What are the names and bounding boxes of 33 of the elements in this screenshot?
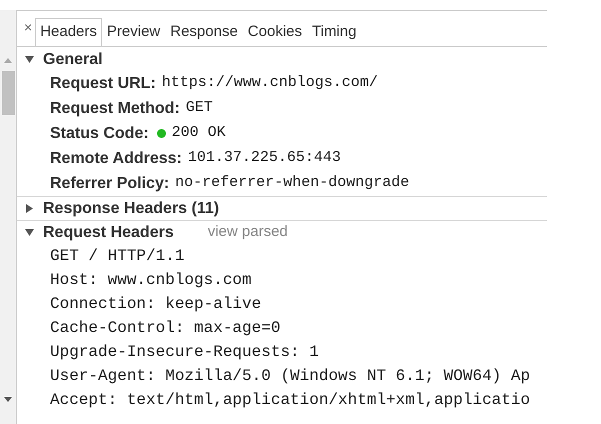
tab[interactable]: Cookies	[242, 18, 307, 46]
tab[interactable]: Headers	[35, 18, 102, 46]
caret-right-icon[interactable]	[25, 204, 34, 213]
tab[interactable]: Response	[165, 18, 243, 46]
caret-down-icon[interactable]	[25, 228, 34, 237]
section-title[interactable]: General	[43, 48, 103, 72]
field-value: GET	[186, 98, 213, 118]
header-line: GET / HTTP/1.1	[50, 246, 184, 267]
section-title[interactable]: Request Headers	[43, 220, 174, 244]
field-value: 101.37.225.65:443	[188, 148, 341, 168]
header-line: Cache-Control: max-age=0	[50, 318, 280, 339]
header-line: User-Agent: Mozilla/5.0 (Windows NT 6.1; WOW64) Ap	[50, 366, 530, 387]
view-parsed-link[interactable]: view parsed	[208, 221, 288, 244]
header-line: Connection: keep-alive	[50, 294, 262, 315]
tab[interactable]: Timing	[307, 18, 362, 46]
field-label: Status Code:	[50, 124, 149, 144]
field-label: Referrer Policy:	[50, 174, 170, 194]
field-label: Request URL:	[50, 74, 156, 94]
field-label: Request Method:	[50, 98, 180, 118]
field-value: 200 OK	[172, 123, 226, 144]
caret-down-icon[interactable]	[25, 55, 34, 64]
header-line: Accept: text/html,application/xhtml+xml,applicatio	[50, 390, 530, 411]
tab[interactable]: Preview	[102, 18, 166, 46]
field-value: https://www.cnblogs.com/	[162, 73, 378, 94]
field-value: no-referrer-when-downgrade	[175, 173, 410, 194]
scroll-down-icon[interactable]	[4, 397, 12, 402]
section-title[interactable]: Response Headers (11)	[43, 196, 220, 220]
header-line: Upgrade-Insecure-Requests: 1	[50, 342, 319, 363]
scrollbar-thumb[interactable]	[2, 71, 14, 115]
field-label: Remote Address:	[50, 148, 182, 168]
header-line: Host: www.cnblogs.com	[50, 270, 252, 291]
scrollbar[interactable]	[0, 10, 17, 424]
close-button[interactable]: ×	[21, 17, 36, 46]
